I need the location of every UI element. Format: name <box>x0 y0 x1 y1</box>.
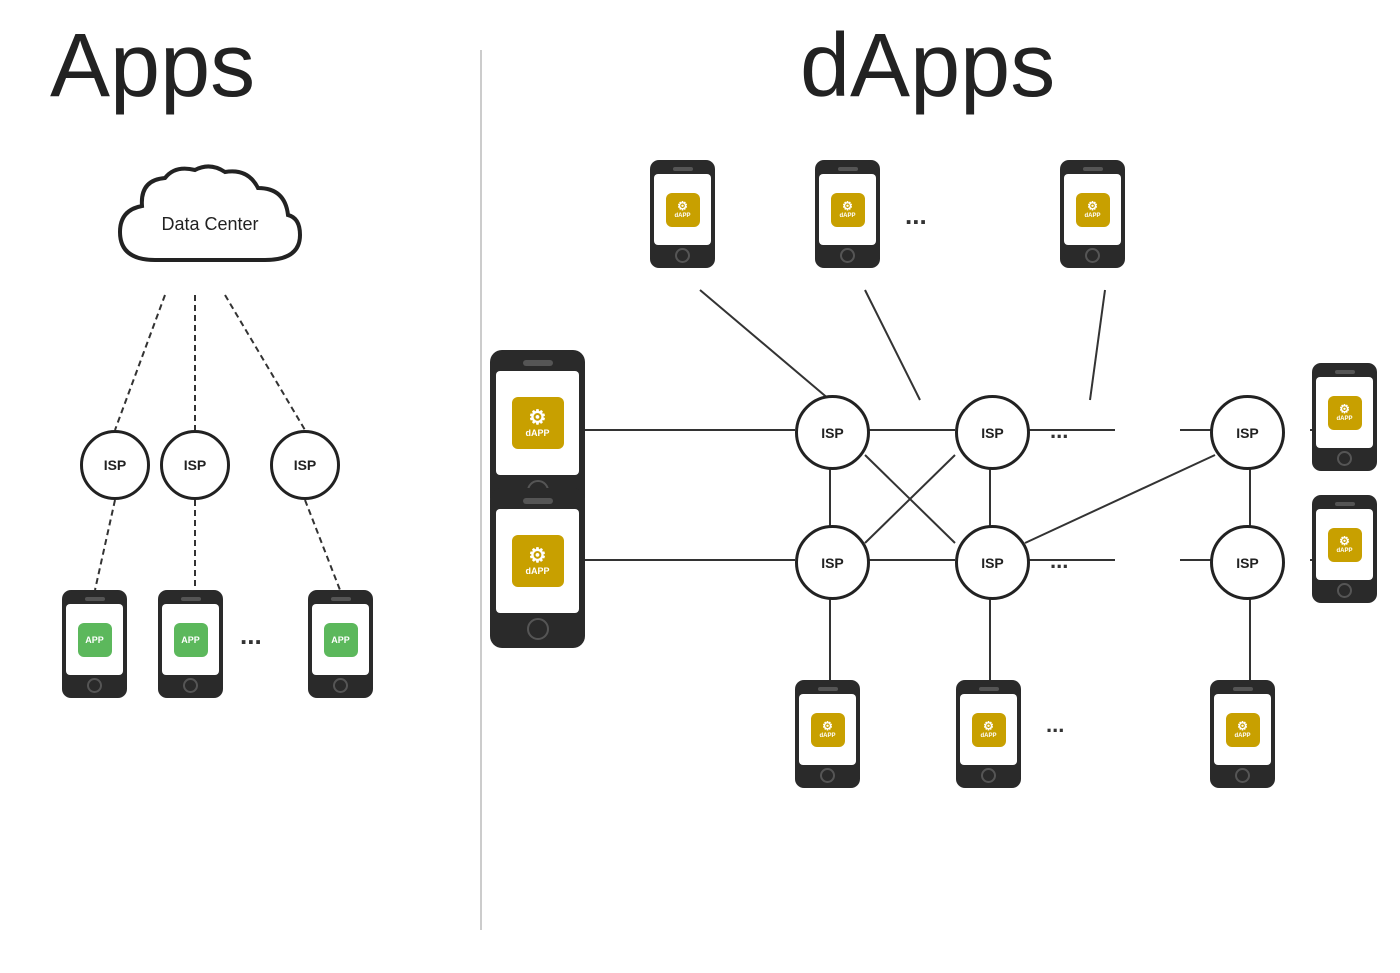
dapp-icon: ⚙ dAPP <box>1328 396 1362 430</box>
phone-button <box>1337 451 1352 466</box>
dapps-top-phone-1: ⚙ dAPP <box>650 160 715 268</box>
phone-speaker <box>181 597 201 601</box>
right-isp-row1-dots: ... <box>1050 418 1068 444</box>
right-isp-1-3: ISP <box>1210 395 1285 470</box>
right-isp-2-3: ISP <box>1210 525 1285 600</box>
dapps-bottom-phone-2: ⚙ dAPP <box>956 680 1021 788</box>
app-icon-1: APP <box>78 623 112 657</box>
dapps-right-phone-1: ⚙ dAPP <box>1312 363 1377 471</box>
phone-button <box>1085 248 1100 263</box>
dapp-icon: ⚙ dAPP <box>666 193 700 227</box>
phone-speaker <box>1233 687 1253 691</box>
left-isp-2: ISP <box>160 430 230 500</box>
dapp-icon: ⚙ dAPP <box>972 713 1006 747</box>
phone-speaker <box>1335 370 1355 374</box>
left-isp-1: ISP <box>80 430 150 500</box>
right-isp-1-2: ISP <box>955 395 1030 470</box>
phone-button <box>840 248 855 263</box>
phone-screen: ⚙ dAPP <box>1064 174 1121 245</box>
right-top-dots: ... <box>905 200 927 231</box>
phone-button <box>675 248 690 263</box>
dapps-right-phone-2: ⚙ dAPP <box>1312 495 1377 603</box>
phone-speaker <box>673 167 693 171</box>
dapps-section: dApps <box>490 0 1400 973</box>
data-center-cloud: Data Center <box>100 160 320 290</box>
phone-screen: ⚙ dAPP <box>1214 694 1271 765</box>
right-isp-2-2: ISP <box>955 525 1030 600</box>
phone-screen: ⚙ dAPP <box>819 174 876 245</box>
phone-screen: ⚙ dAPP <box>496 371 579 475</box>
app-icon-2: APP <box>174 623 208 657</box>
phone-button <box>820 768 835 783</box>
phone-speaker <box>979 687 999 691</box>
left-connectors <box>0 0 480 973</box>
dapp-icon: ⚙ dAPP <box>1226 713 1260 747</box>
dapps-bottom-phone-1: ⚙ dAPP <box>795 680 860 788</box>
phone-button <box>981 768 996 783</box>
phone-screen: ⚙ dAPP <box>1316 509 1373 580</box>
right-isp-1-1: ISP <box>795 395 870 470</box>
phone-screen: ⚙ dAPP <box>654 174 711 245</box>
phone-screen: ⚙ dAPP <box>960 694 1017 765</box>
right-isp-2-1: ISP <box>795 525 870 600</box>
right-connectors <box>490 0 1400 973</box>
dapp-icon: ⚙ dAPP <box>1076 193 1110 227</box>
right-bottom-dots: ... <box>1046 712 1064 738</box>
phone-button <box>1235 768 1250 783</box>
phone-screen: APP <box>162 604 219 675</box>
phone-button <box>87 678 102 693</box>
phone-screen: ⚙ dAPP <box>496 509 579 613</box>
phone-button <box>1337 583 1352 598</box>
left-phone-2: APP <box>158 590 223 698</box>
dapps-left-phone-2: ⚙ dAPP <box>490 488 585 648</box>
dapp-icon: ⚙ dAPP <box>512 535 564 587</box>
dapp-icon: ⚙ dAPP <box>512 397 564 449</box>
left-dots: ... <box>240 620 262 651</box>
dapps-title: dApps <box>800 15 1055 118</box>
dapps-bottom-phone-3: ⚙ dAPP <box>1210 680 1275 788</box>
section-divider <box>480 50 482 930</box>
dapp-icon: ⚙ dAPP <box>811 713 845 747</box>
phone-speaker <box>1335 502 1355 506</box>
phone-speaker <box>331 597 351 601</box>
dapp-icon: ⚙ dAPP <box>831 193 865 227</box>
phone-button <box>527 618 549 640</box>
app-icon-3: APP <box>324 623 358 657</box>
phone-screen: ⚙ dAPP <box>1316 377 1373 448</box>
phone-screen: APP <box>312 604 369 675</box>
left-phone-3: APP <box>308 590 373 698</box>
dapp-icon: ⚙ dAPP <box>1328 528 1362 562</box>
phone-speaker <box>818 687 838 691</box>
phone-screen: APP <box>66 604 123 675</box>
apps-title: Apps <box>50 15 255 118</box>
phone-button <box>333 678 348 693</box>
phone-speaker <box>1083 167 1103 171</box>
phone-speaker <box>838 167 858 171</box>
left-phone-1: APP <box>62 590 127 698</box>
phone-screen: ⚙ dAPP <box>799 694 856 765</box>
dapps-left-phone-1: ⚙ dAPP <box>490 350 585 510</box>
phone-speaker <box>523 498 553 504</box>
main-container: Apps Data Center ISP ISP ISP <box>0 0 1400 973</box>
dapps-top-phone-2: ⚙ dAPP <box>815 160 880 268</box>
dapps-top-phone-3: ⚙ dAPP <box>1060 160 1125 268</box>
phone-speaker <box>523 360 553 366</box>
right-isp-row2-dots: ... <box>1050 548 1068 574</box>
phone-speaker <box>85 597 105 601</box>
phone-button <box>183 678 198 693</box>
left-isp-3: ISP <box>270 430 340 500</box>
apps-section: Apps Data Center ISP ISP ISP <box>0 0 480 973</box>
svg-text:Data Center: Data Center <box>161 214 258 234</box>
